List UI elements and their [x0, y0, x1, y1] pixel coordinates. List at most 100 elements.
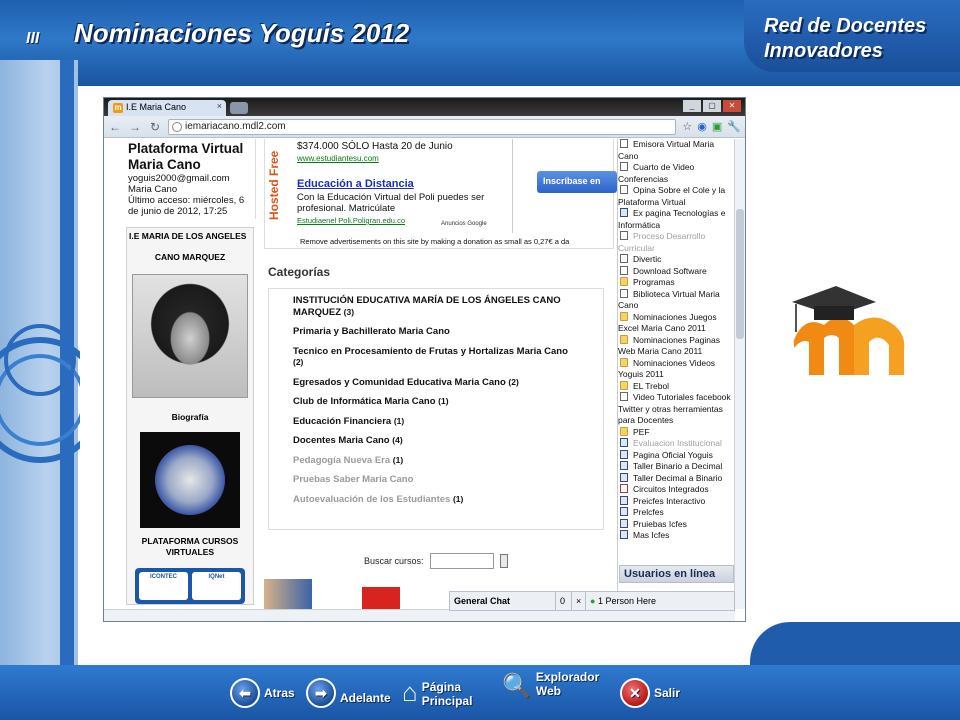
- category-item[interactable]: Tecnico en Procesamiento de Frutas y Hor…: [293, 346, 569, 369]
- vertical-scrollbar[interactable]: [734, 139, 745, 609]
- resource-item[interactable]: Opina Sobre el Cole y la Plataforma Virt…: [618, 185, 735, 208]
- category-name: Docentes Maria Cano: [293, 435, 390, 446]
- wrench-icon[interactable]: 🔧: [727, 120, 741, 133]
- star-icon[interactable]: ☆: [682, 120, 692, 133]
- ad-description: Con la Educación Virtual del Poli puedes…: [297, 192, 485, 214]
- general-chat-tab[interactable]: General Chat: [450, 592, 556, 610]
- remove-ads-note[interactable]: Remove advertisements on this site by ma…: [300, 237, 569, 246]
- chat-bar: General Chat 0 × ● 1 Person Here: [449, 591, 735, 611]
- resource-item[interactable]: Divertic: [618, 254, 735, 266]
- resource-item[interactable]: Download Software: [618, 265, 735, 278]
- scroll-thumb[interactable]: [736, 209, 744, 339]
- school-crest-image[interactable]: [140, 432, 240, 528]
- resource-item[interactable]: Evaluacion Institucional: [618, 438, 735, 450]
- close-window-button[interactable]: ✕: [723, 100, 741, 112]
- search-input[interactable]: [429, 553, 494, 569]
- nav-home-button[interactable]: ⌂ Página Principal: [402, 676, 482, 708]
- resource-item[interactable]: Cuarto de Video Conferencias: [618, 162, 735, 185]
- category-item[interactable]: Educación Financiera (1): [293, 416, 569, 428]
- school-block: I.E MARIA DE LOS ANGELES CANO MARQUEZ Bi…: [126, 227, 254, 605]
- portrait-photo[interactable]: [132, 274, 248, 398]
- category-name: INSTITUCIÓN EDUCATIVA MARÍA DE LOS ÁNGEL…: [293, 295, 561, 318]
- category-item[interactable]: Club de Informática Maria Cano (1): [293, 396, 569, 408]
- resource-item[interactable]: Preicfes Interactivo: [618, 495, 735, 508]
- file-icon: [620, 288, 628, 298]
- resource-item[interactable]: Ex pagina Tecnologías e Informática: [618, 208, 735, 231]
- resource-item[interactable]: Pagina Oficial Yoguis: [618, 449, 735, 462]
- resource-item[interactable]: Circuitos Integrados: [618, 484, 735, 496]
- blue-icon: [620, 449, 628, 459]
- nav-explorer-button[interactable]: 🔍 Explorador Web: [502, 670, 610, 699]
- category-item[interactable]: Autoevaluación de los Estudiantes (1): [293, 494, 569, 506]
- resource-item[interactable]: Taller Decimal a Binario: [618, 472, 735, 485]
- resource-item[interactable]: Prelcfes: [618, 507, 735, 519]
- window-controls: _ ▢ ✕: [683, 100, 741, 112]
- folder-icon: [620, 426, 628, 436]
- nav-back-button[interactable]: ⬅ Atras: [230, 678, 295, 708]
- resource-item[interactable]: EL Trebol: [618, 380, 735, 393]
- ads-by-google[interactable]: Anuncios Google: [441, 221, 487, 227]
- biography-link[interactable]: Biografía: [127, 408, 253, 426]
- extension-eye-icon[interactable]: ◉: [697, 120, 707, 133]
- minimize-button[interactable]: _: [683, 100, 701, 112]
- category-name: Educación Financiera: [293, 415, 392, 427]
- ad-url-2[interactable]: Estudiaenel Poli.Poligran.edu.co: [297, 216, 405, 225]
- category-item[interactable]: Pedagogía Nueva Era (1): [293, 455, 569, 467]
- left-arrow-icon: ⬅: [230, 678, 260, 708]
- folder-icon: [620, 277, 628, 286]
- resource-item[interactable]: Mas Icfes: [618, 530, 735, 542]
- address-bar[interactable]: iemariacano.mdl2.com: [168, 118, 677, 135]
- category-item[interactable]: Pruebas Saber Maria Cano: [293, 474, 569, 486]
- category-item[interactable]: INSTITUCIÓN EDUCATIVA MARÍA DE LOS ÁNGEL…: [293, 295, 569, 318]
- user-email: yoguis2000@gmail.com: [128, 173, 230, 184]
- resource-label: Programas: [633, 277, 675, 287]
- category-item[interactable]: Primaria y Bachillerato Maria Cano: [293, 326, 569, 338]
- resource-item[interactable]: Proceso Desarrollo Curricular: [618, 231, 735, 254]
- resource-item[interactable]: Nominaciones Paginas Web Maria Cano 2011: [618, 334, 735, 358]
- file-icon: [620, 392, 628, 401]
- decorative-circles: [0, 324, 80, 463]
- category-item[interactable]: Docentes Maria Cano (4): [293, 435, 569, 447]
- resource-label: Divertic: [633, 254, 662, 264]
- ad-price-line: $374.000 SÓLO Hasta 20 de Junio: [297, 141, 453, 152]
- resource-label: EL Trebol: [633, 380, 670, 391]
- ad-signup-button[interactable]: Inscríbase en: [537, 171, 617, 193]
- chat-people[interactable]: ● 1 Person Here: [586, 592, 660, 610]
- reload-icon[interactable]: ↻: [148, 120, 162, 134]
- resource-item[interactable]: Biblioteca Virtual Maria Cano: [618, 288, 735, 312]
- back-arrow-icon[interactable]: ←: [108, 120, 122, 134]
- search-label: Buscar cursos:: [364, 556, 424, 566]
- blue-icon: [620, 518, 628, 528]
- resource-item[interactable]: Programas: [618, 277, 735, 289]
- resource-list: Emisora Virtual Maria Cano Cuarto de Vide…: [618, 139, 735, 542]
- resource-item[interactable]: Taller Binario a Decimal: [618, 461, 735, 473]
- resource-item[interactable]: Nominaciones Juegos Excel Maria Cano 201…: [618, 311, 735, 335]
- resource-item[interactable]: Nominaciones Videos Yoguis 2011: [618, 357, 735, 381]
- extension-shield-icon[interactable]: ▣: [712, 120, 722, 133]
- categories-box: INSTITUCIÓN EDUCATIVA MARÍA DE LOS ÁNGEL…: [268, 288, 604, 530]
- iqnet-logo: IQNet: [192, 572, 241, 600]
- nav-exit-button[interactable]: ✕ Salir: [620, 678, 680, 708]
- forward-arrow-icon[interactable]: →: [128, 120, 142, 134]
- user-name[interactable]: Plataforma Virtual Maria Cano: [128, 141, 253, 173]
- chat-close-icon[interactable]: ×: [572, 592, 586, 610]
- globe-icon: [172, 121, 182, 132]
- nav-forward-button[interactable]: ➡ Adelante: [306, 678, 391, 708]
- resource-item[interactable]: Video Tutoriales facebook Twitter y otra…: [618, 392, 735, 427]
- browser-tab[interactable]: m I.E Maria Cano ×: [108, 100, 226, 116]
- category-count: (1): [438, 396, 449, 406]
- tab-close-icon[interactable]: ×: [217, 101, 222, 111]
- resource-label: Opina Sobre el Cole y la Plataforma Virt…: [618, 185, 726, 207]
- search-button[interactable]: [499, 554, 508, 568]
- school-block-subtitle: CANO MARQUEZ: [154, 252, 226, 262]
- maximize-button[interactable]: ▢: [703, 100, 721, 112]
- ad-url-1[interactable]: www.estudiantesu.com: [297, 154, 379, 163]
- icontec-logo: ICONTEC: [139, 572, 188, 600]
- ad-title-link[interactable]: Educación a Distancia: [297, 178, 414, 190]
- category-item[interactable]: Egresados y Comunidad Educativa Maria Ca…: [293, 377, 569, 389]
- file-icon: [620, 162, 628, 171]
- resource-item[interactable]: Emisora Virtual Maria Cano: [618, 139, 735, 162]
- resource-item[interactable]: Pruiebas Icfes: [618, 518, 735, 531]
- new-tab-button[interactable]: [230, 102, 248, 114]
- resource-item[interactable]: PEF: [618, 426, 735, 439]
